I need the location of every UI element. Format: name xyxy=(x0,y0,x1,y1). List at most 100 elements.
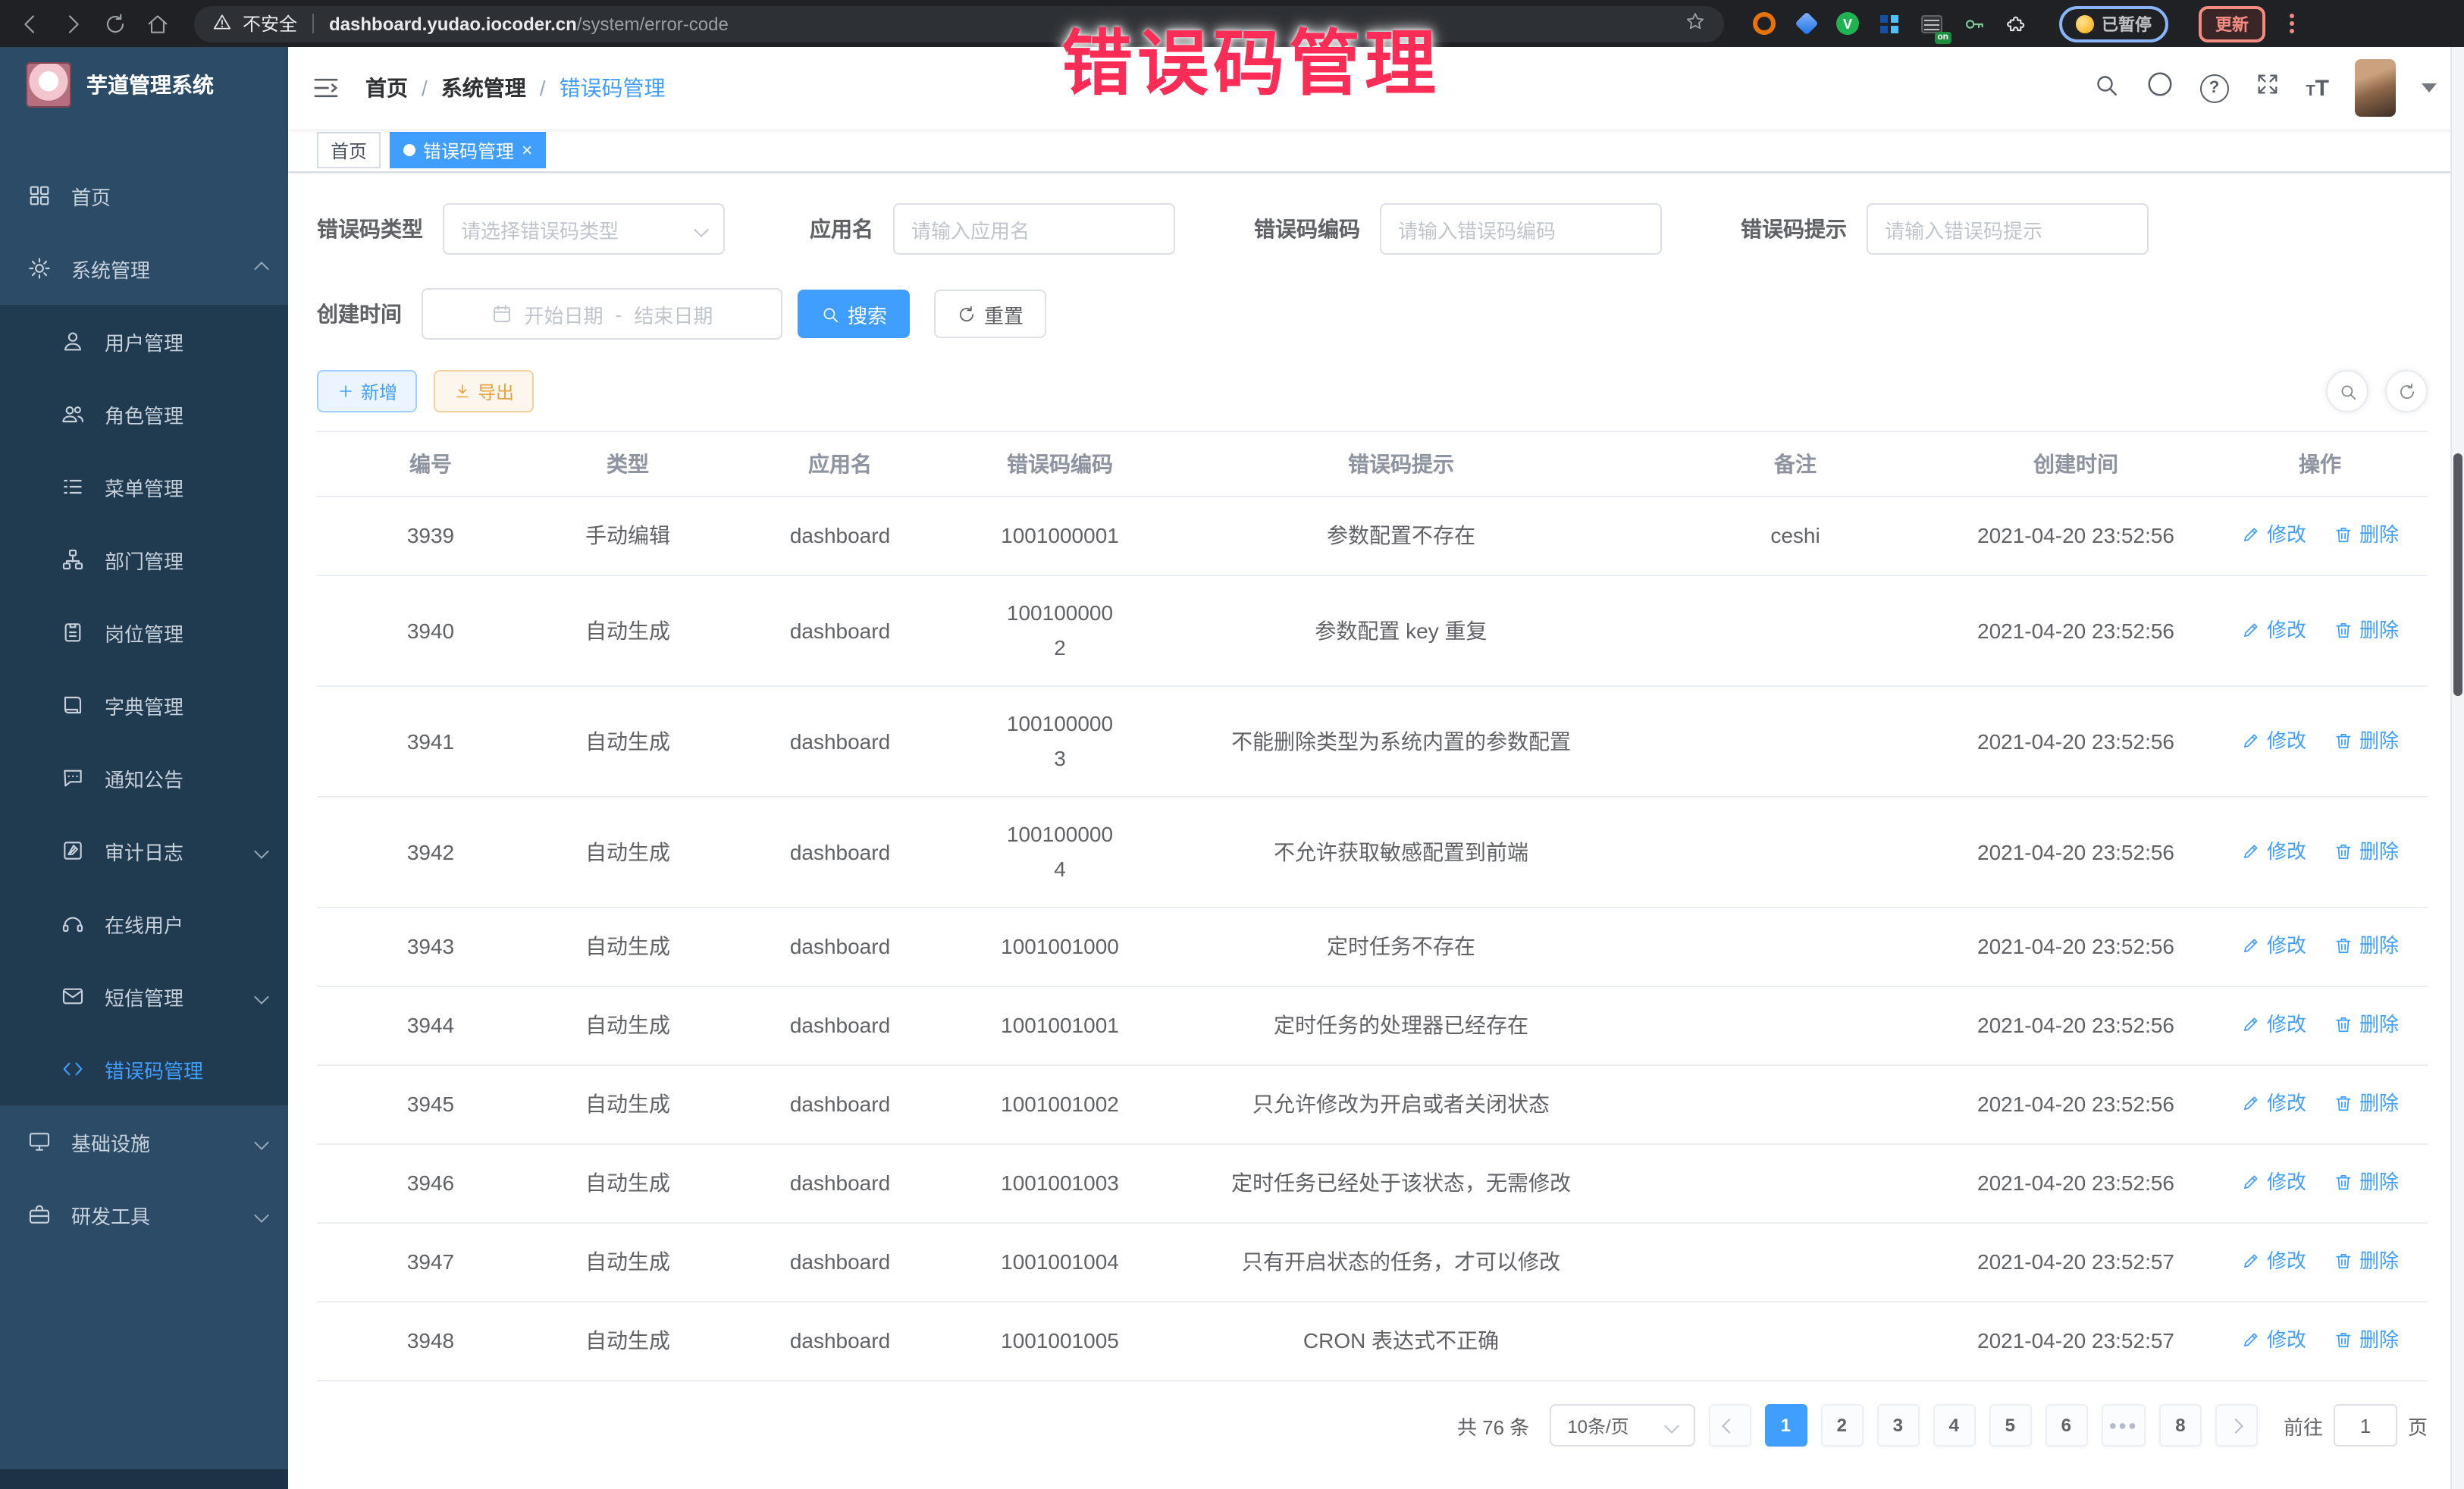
sidebar-item[interactable]: 用户管理 xyxy=(0,305,288,378)
edit-link[interactable]: 修改 xyxy=(2241,928,2306,963)
prev-page-button[interactable] xyxy=(1708,1404,1751,1447)
sidebar-item[interactable]: 系统管理 xyxy=(0,232,288,305)
user-avatar[interactable] xyxy=(2355,59,2396,117)
profile-paused-badge[interactable]: 已暂停 xyxy=(2059,5,2168,42)
delete-link[interactable]: 删除 xyxy=(2334,517,2399,552)
grid-extension-icon[interactable] xyxy=(1877,11,1901,36)
refresh-table-button[interactable] xyxy=(2385,370,2428,412)
sidebar-item[interactable]: 通知公告 xyxy=(0,741,288,814)
delete-link[interactable]: 删除 xyxy=(2334,1086,2399,1121)
tab-error-code[interactable]: 错误码管理 × xyxy=(390,132,546,168)
cell-msg: 不能删除类型为系统内置的参数配置 xyxy=(1151,686,1651,797)
browser-menu-icon[interactable] xyxy=(2290,14,2294,33)
sidebar-item[interactable]: 基础设施 xyxy=(0,1105,288,1178)
reset-button[interactable]: 重置 xyxy=(934,290,1046,338)
page-button[interactable]: 4 xyxy=(1933,1404,1975,1447)
vue-devtools-extension-icon[interactable]: V xyxy=(1836,12,1859,35)
edit-link[interactable]: 修改 xyxy=(2241,723,2306,757)
edit-link[interactable]: 修改 xyxy=(2241,1165,2306,1199)
sidebar-item[interactable]: 错误码管理 xyxy=(0,1033,288,1105)
sidebar-item[interactable]: 部门管理 xyxy=(0,523,288,596)
chevron-down-icon xyxy=(254,1134,269,1149)
hamburger-icon[interactable] xyxy=(311,73,341,103)
breadcrumb: 首页 / 系统管理 / 错误码管理 xyxy=(365,73,666,103)
add-button[interactable]: 新增 xyxy=(317,370,417,412)
export-button[interactable]: 导出 xyxy=(434,370,534,412)
key-extension-icon[interactable] xyxy=(1962,11,1986,36)
delete-label: 删除 xyxy=(2359,928,2399,963)
delete-link[interactable]: 删除 xyxy=(2334,928,2399,963)
next-page-button[interactable] xyxy=(2215,1404,2258,1447)
url-text[interactable]: dashboard.yudao.iocoder.cn/system/error-… xyxy=(329,13,729,34)
page-jumper: 前往 1 页 xyxy=(2284,1404,2428,1447)
page-button[interactable]: 8 xyxy=(2159,1404,2202,1447)
browser-home-button[interactable] xyxy=(143,8,173,39)
sidebar-item[interactable]: 岗位管理 xyxy=(0,596,288,669)
bookmark-star-icon[interactable] xyxy=(1685,11,1706,36)
edit-link[interactable]: 修改 xyxy=(2241,833,2306,868)
not-secure-label[interactable]: 不安全 xyxy=(243,11,297,36)
scrollbar-thumb[interactable] xyxy=(2453,453,2462,696)
sidebar-logo[interactable]: 芋道管理系统 xyxy=(0,47,288,123)
edit-link[interactable]: 修改 xyxy=(2241,1007,2306,1042)
users-icon xyxy=(61,402,85,426)
page-size-select[interactable]: 10条/页 xyxy=(1549,1404,1694,1447)
page-button[interactable]: 2 xyxy=(1820,1404,1863,1447)
docs-help-icon[interactable]: ? xyxy=(2199,74,2228,102)
error-msg-input[interactable]: 请输入错误码提示 xyxy=(1867,203,2149,255)
pager-ellipsis[interactable]: ●●● xyxy=(2101,1404,2146,1447)
breadcrumb-system[interactable]: 系统管理 xyxy=(441,73,526,103)
delete-link[interactable]: 删除 xyxy=(2334,1322,2399,1357)
error-type-select[interactable]: 请选择错误码类型 xyxy=(443,203,725,255)
sidebar-item[interactable]: 短信管理 xyxy=(0,960,288,1033)
edit-link[interactable]: 修改 xyxy=(2241,1086,2306,1121)
delete-link[interactable]: 删除 xyxy=(2334,612,2399,647)
browser-reload-button[interactable] xyxy=(100,8,130,39)
font-size-icon[interactable]: TT xyxy=(2306,77,2329,99)
error-code-input[interactable]: 请输入错误码编码 xyxy=(1380,203,1662,255)
address-bar[interactable]: 不安全 dashboard.yudao.iocoder.cn/system/er… xyxy=(194,5,1724,42)
sidebar-collapse-bar[interactable] xyxy=(0,1469,288,1489)
sidebar-item[interactable]: 角色管理 xyxy=(0,378,288,450)
fullscreen-icon[interactable] xyxy=(2254,71,2280,105)
orange-extension-icon[interactable] xyxy=(1751,11,1776,36)
edit-link[interactable]: 修改 xyxy=(2241,1322,2306,1357)
sidebar-item[interactable]: 首页 xyxy=(0,159,288,232)
page-jump-input[interactable]: 1 xyxy=(2334,1404,2397,1447)
chrome-update-button[interactable]: 更新 xyxy=(2199,5,2265,42)
browser-back-button[interactable] xyxy=(15,8,45,39)
page-scrollbar[interactable] xyxy=(2450,47,2464,1489)
edit-link[interactable]: 修改 xyxy=(2241,612,2306,647)
page-button[interactable]: 5 xyxy=(1989,1404,2031,1447)
sidebar-item[interactable]: 研发工具 xyxy=(0,1178,288,1251)
list-extension-icon[interactable]: on xyxy=(1920,11,1944,36)
tab-home[interactable]: 首页 xyxy=(317,132,381,168)
edit-link[interactable]: 修改 xyxy=(2241,1243,2306,1278)
sidebar-item[interactable]: 字典管理 xyxy=(0,669,288,741)
delete-link[interactable]: 删除 xyxy=(2334,723,2399,757)
avatar-caret-down-icon[interactable] xyxy=(2422,83,2437,92)
delete-link[interactable]: 删除 xyxy=(2334,1243,2399,1278)
page-button[interactable]: 6 xyxy=(2045,1404,2087,1447)
search-button[interactable]: 搜索 xyxy=(798,290,910,338)
delete-link[interactable]: 删除 xyxy=(2334,1165,2399,1199)
cell-id: 3941 xyxy=(317,686,544,797)
breadcrumb-home[interactable]: 首页 xyxy=(365,73,408,103)
gem-extension-icon[interactable] xyxy=(1794,11,1818,36)
github-icon[interactable] xyxy=(2145,70,2174,106)
page-button[interactable]: 1 xyxy=(1764,1404,1807,1447)
sidebar-item[interactable]: 菜单管理 xyxy=(0,450,288,523)
page-button[interactable]: 3 xyxy=(1876,1404,1919,1447)
show-search-toggle-button[interactable] xyxy=(2326,370,2368,412)
edit-link[interactable]: 修改 xyxy=(2241,517,2306,552)
sidebar-item[interactable]: 在线用户 xyxy=(0,887,288,960)
app-name-input[interactable]: 请输入应用名 xyxy=(893,203,1175,255)
browser-forward-button[interactable] xyxy=(58,8,88,39)
delete-link[interactable]: 删除 xyxy=(2334,1007,2399,1042)
sidebar-item[interactable]: 审计日志 xyxy=(0,814,288,887)
tab-close-icon[interactable]: × xyxy=(522,141,532,159)
delete-link[interactable]: 删除 xyxy=(2334,833,2399,868)
header-search-icon[interactable] xyxy=(2092,71,2119,105)
date-range-picker[interactable]: 开始日期 - 结束日期 xyxy=(422,288,782,340)
extensions-puzzle-icon[interactable] xyxy=(2005,11,2029,36)
